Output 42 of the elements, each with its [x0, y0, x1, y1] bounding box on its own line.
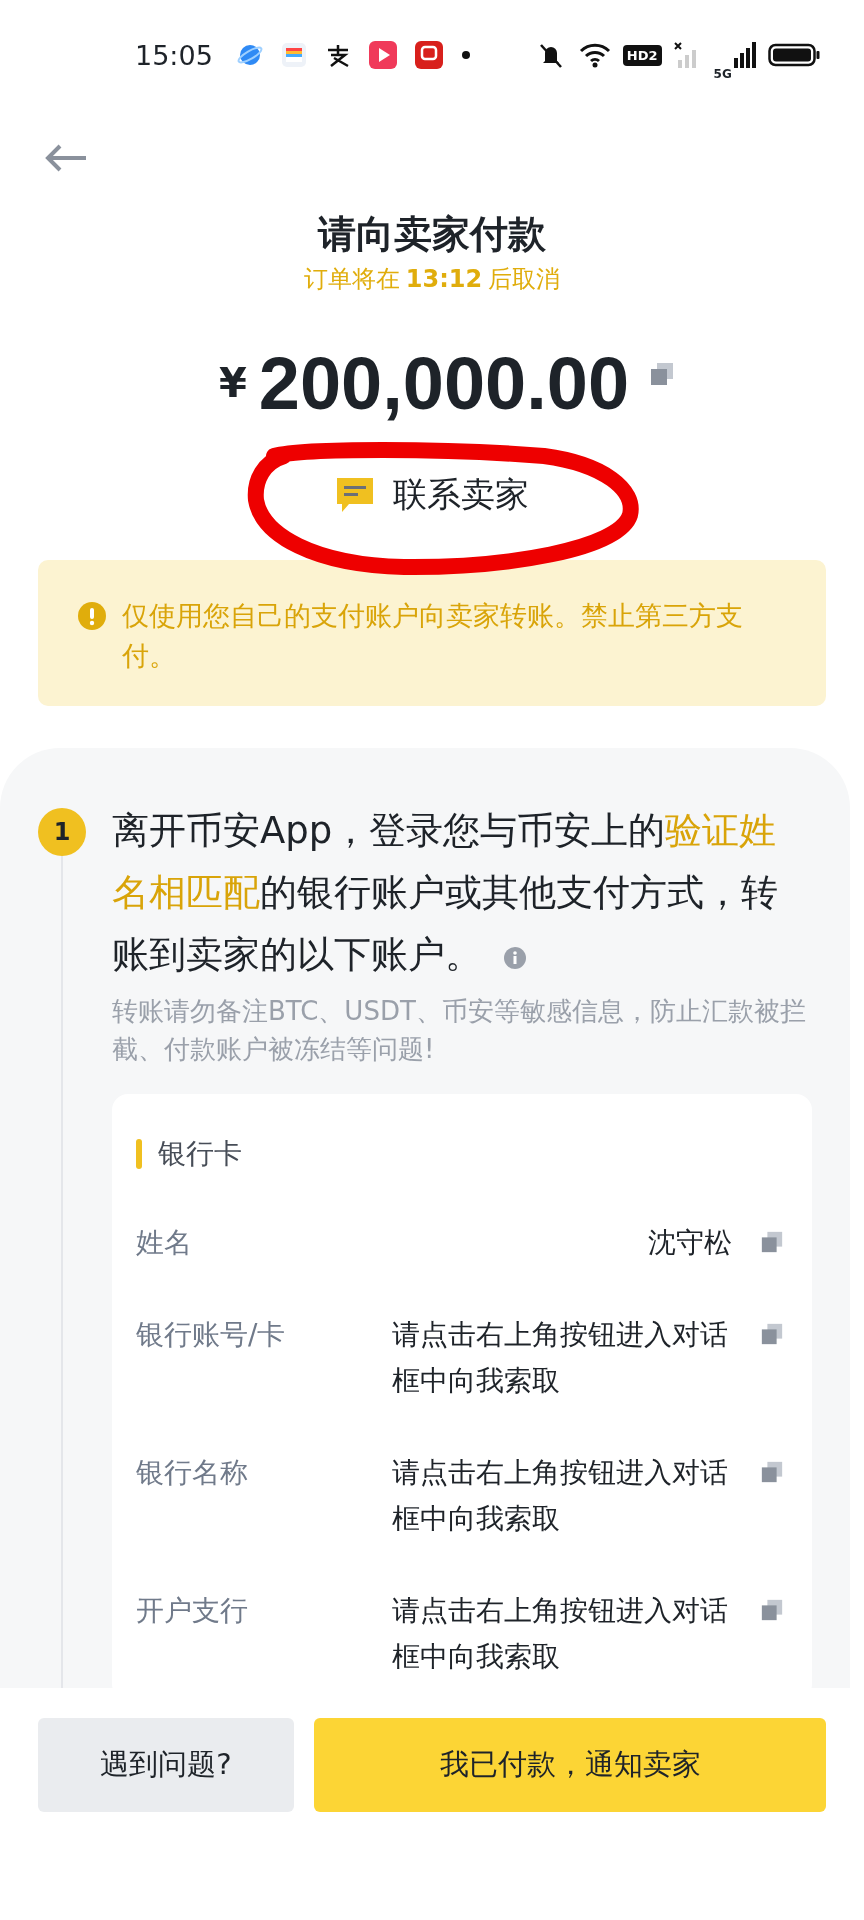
dot-icon: [460, 50, 471, 60]
warning-text: 仅使用您自己的支付账户向卖家转账。禁止第三方支付。: [122, 599, 744, 673]
step-number: 1: [38, 808, 86, 856]
field-value: 沈守松: [648, 1225, 732, 1261]
copy-icon[interactable]: [760, 1322, 784, 1346]
wallet-icon: [280, 42, 307, 68]
field-value: 请点击右上角按钮进入对话框中向我索取: [392, 1317, 729, 1399]
field-label: 银行账号/卡: [136, 1317, 287, 1353]
field-value: 请点击右上角按钮进入对话框中向我索取: [392, 1455, 729, 1537]
help-button[interactable]: 遇到问题?: [38, 1718, 294, 1812]
field-label: 开户支行: [136, 1593, 249, 1629]
battery-icon: [767, 42, 820, 68]
field-value: 请点击右上角按钮进入对话框中向我索取: [392, 1593, 729, 1675]
hd-badge: HD2: [622, 44, 662, 66]
warning-icon: [78, 602, 106, 630]
status-time: 15:05: [135, 39, 213, 71]
copy-icon[interactable]: [649, 361, 676, 387]
step-note: 转账请勿备注BTC、USDT、币安等敏感信息，防止汇款被拦截、付款账户被冻结等问题!: [112, 995, 807, 1066]
accent-bar: [136, 1139, 142, 1169]
bank-app-icon: [414, 41, 443, 69]
planet-icon: [236, 42, 263, 68]
contact-seller-button[interactable]: 联系卖家: [335, 470, 529, 520]
signal-icon: [733, 42, 756, 68]
copy-icon[interactable]: [760, 1598, 784, 1622]
countdown-label: 后取消: [488, 264, 561, 295]
countdown-time: 13:12: [405, 264, 483, 295]
network-label: 5G: [713, 67, 732, 81]
currency-symbol: ¥: [218, 360, 247, 406]
copy-icon[interactable]: [760, 1460, 784, 1484]
countdown-label: 订单将在: [303, 264, 400, 295]
field-label: 银行名称: [136, 1455, 249, 1491]
back-button[interactable]: [44, 143, 88, 173]
amount-value: 200,000.00: [258, 340, 630, 426]
step-instruction: 离开币安App，登录您与币安上的验证姓名相匹配的银行账户或其他支付方式，转账到卖家的以下账户。: [112, 808, 779, 978]
card-title: 银行卡: [158, 1136, 242, 1172]
copy-icon[interactable]: [760, 1230, 784, 1254]
wifi-icon: [578, 42, 611, 68]
info-icon[interactable]: [504, 947, 526, 969]
field-label: 姓名: [136, 1225, 193, 1261]
confirm-payment-button[interactable]: 我已付款，通知卖家: [314, 1718, 826, 1812]
video-icon: [368, 41, 397, 69]
page-title: 请向卖家付款: [316, 211, 547, 258]
